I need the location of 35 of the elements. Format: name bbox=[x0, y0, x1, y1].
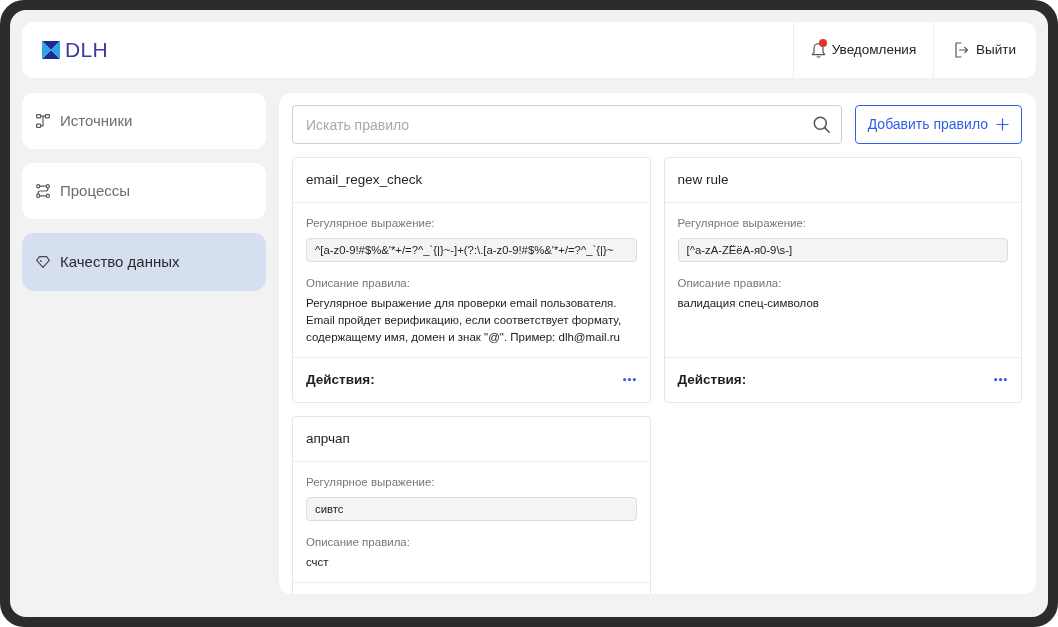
notifications-button[interactable]: Уведомления bbox=[793, 22, 933, 78]
regex-field[interactable]: ^[a-z0-9!#$%&'*+/=?^_`{|}~-]+(?:\.[a-z0-9!#$%&'*+/=?^_`{|}~ bbox=[306, 238, 637, 262]
logo-icon bbox=[42, 41, 60, 59]
field-label: Описание правила: bbox=[306, 535, 411, 550]
sidebar-item[interactable]: Источники bbox=[22, 93, 266, 149]
rule-description: Регулярное выражение для проверки email пользователя. Email пройдет верификацию, если соответствует формату, содержащему имя, домен и знак "@". Пример: dlh@mail.ru bbox=[306, 296, 623, 345]
plus-icon bbox=[996, 118, 1009, 131]
actions-label: Действия: bbox=[677, 370, 747, 389]
field-label: Регулярное выражение: bbox=[677, 216, 808, 231]
rule-title: апрчап bbox=[306, 429, 350, 448]
add-rule-button[interactable]: Добавить правило bbox=[854, 105, 1022, 144]
bell-icon bbox=[810, 41, 826, 59]
search-field[interactable]: Искать правило bbox=[292, 105, 842, 144]
diamond-icon bbox=[36, 255, 50, 269]
search-icon[interactable] bbox=[812, 116, 830, 133]
actions-label: Действия: bbox=[306, 370, 375, 389]
rule-description: счст bbox=[306, 555, 330, 570]
field-label: Регулярное выражение: bbox=[306, 475, 436, 490]
rule-description: валидация спец-символов bbox=[677, 296, 820, 311]
flow-icon bbox=[36, 114, 50, 128]
logout-button[interactable]: Выйти bbox=[933, 22, 1036, 78]
regex-field[interactable]: сивтс bbox=[306, 497, 637, 521]
sidebar-item[interactable]: Качество данных bbox=[22, 233, 266, 291]
rule-title: email_regex_check bbox=[306, 170, 423, 189]
more-icon[interactable] bbox=[994, 378, 1007, 382]
sidebar-item[interactable]: Процессы bbox=[22, 163, 266, 219]
field-label: Описание правила: bbox=[306, 276, 411, 291]
logo-text: DLH bbox=[65, 38, 108, 62]
route-icon bbox=[36, 184, 50, 198]
regex-field[interactable]: [^a-zA-ZЁёА-я0-9\s-] bbox=[677, 238, 1008, 262]
field-label: Описание правила: bbox=[677, 276, 783, 291]
field-label: Регулярное выражение: bbox=[306, 216, 436, 231]
logout-icon bbox=[954, 42, 968, 58]
rule-title: new rule bbox=[677, 170, 729, 189]
more-icon[interactable] bbox=[622, 378, 636, 382]
